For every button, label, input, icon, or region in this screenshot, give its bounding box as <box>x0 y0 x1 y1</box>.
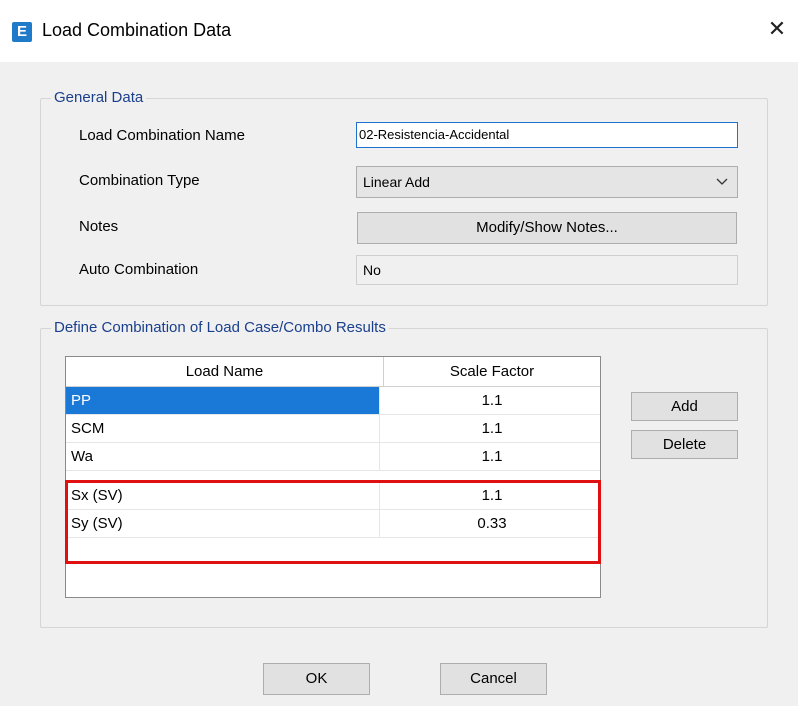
title-bar: E Load Combination Data ✕ <box>0 0 798 62</box>
auto-combination-label: Auto Combination <box>79 261 199 278</box>
table-row[interactable]: SCM 1.1 <box>66 415 600 443</box>
notes-label: Notes <box>79 218 119 235</box>
auto-combination-value: No <box>356 255 738 285</box>
load-combination-table[interactable]: Load Name Scale Factor PP 1.1 SCM 1.1 Wa… <box>65 356 601 598</box>
ok-button[interactable]: OK <box>263 663 370 695</box>
window-title: Load Combination Data <box>42 20 232 40</box>
general-data-legend: General Data <box>51 89 147 106</box>
table-row[interactable]: Sx (SV) 1.1 <box>66 482 600 510</box>
table-row[interactable]: PP 1.1 <box>66 387 600 415</box>
table-row[interactable]: Wa 1.1 <box>66 443 600 471</box>
close-icon[interactable]: ✕ <box>762 14 792 44</box>
load-combination-name-label: Load Combination Name <box>79 127 245 144</box>
scale-factor-cell[interactable]: 1.1 <box>384 415 600 442</box>
column-header-scale-factor[interactable]: Scale Factor <box>384 357 600 387</box>
cancel-button[interactable]: Cancel <box>440 663 547 695</box>
combination-type-value: Linear Add <box>363 174 430 190</box>
delete-button[interactable]: Delete <box>631 430 738 459</box>
load-name-cell[interactable]: PP <box>66 387 380 414</box>
table-row[interactable]: Sy (SV) 0.33 <box>66 510 600 538</box>
scale-factor-cell[interactable]: 1.1 <box>384 482 600 509</box>
app-icon: E <box>12 22 32 42</box>
load-name-cell[interactable]: Sx (SV) <box>66 482 380 509</box>
define-combination-legend: Define Combination of Load Case/Combo Re… <box>51 319 389 336</box>
chevron-down-icon <box>715 167 729 207</box>
load-combination-name-input[interactable]: 02-Resistencia-Accidental <box>356 122 738 148</box>
add-button[interactable]: Add <box>631 392 738 421</box>
modify-show-notes-button[interactable]: Modify/Show Notes... <box>357 212 737 244</box>
table-header: Load Name Scale Factor <box>66 357 600 387</box>
load-name-cell[interactable]: Sy (SV) <box>66 510 380 537</box>
load-name-cell[interactable]: Wa <box>66 443 380 470</box>
load-name-cell[interactable]: SCM <box>66 415 380 442</box>
scale-factor-cell[interactable]: 1.1 <box>384 387 600 414</box>
combination-type-label: Combination Type <box>79 172 200 189</box>
scale-factor-cell[interactable]: 1.1 <box>384 443 600 470</box>
combination-type-select[interactable]: Linear Add <box>356 166 738 198</box>
column-header-load-name[interactable]: Load Name <box>66 357 384 387</box>
scale-factor-cell[interactable]: 0.33 <box>384 510 600 537</box>
